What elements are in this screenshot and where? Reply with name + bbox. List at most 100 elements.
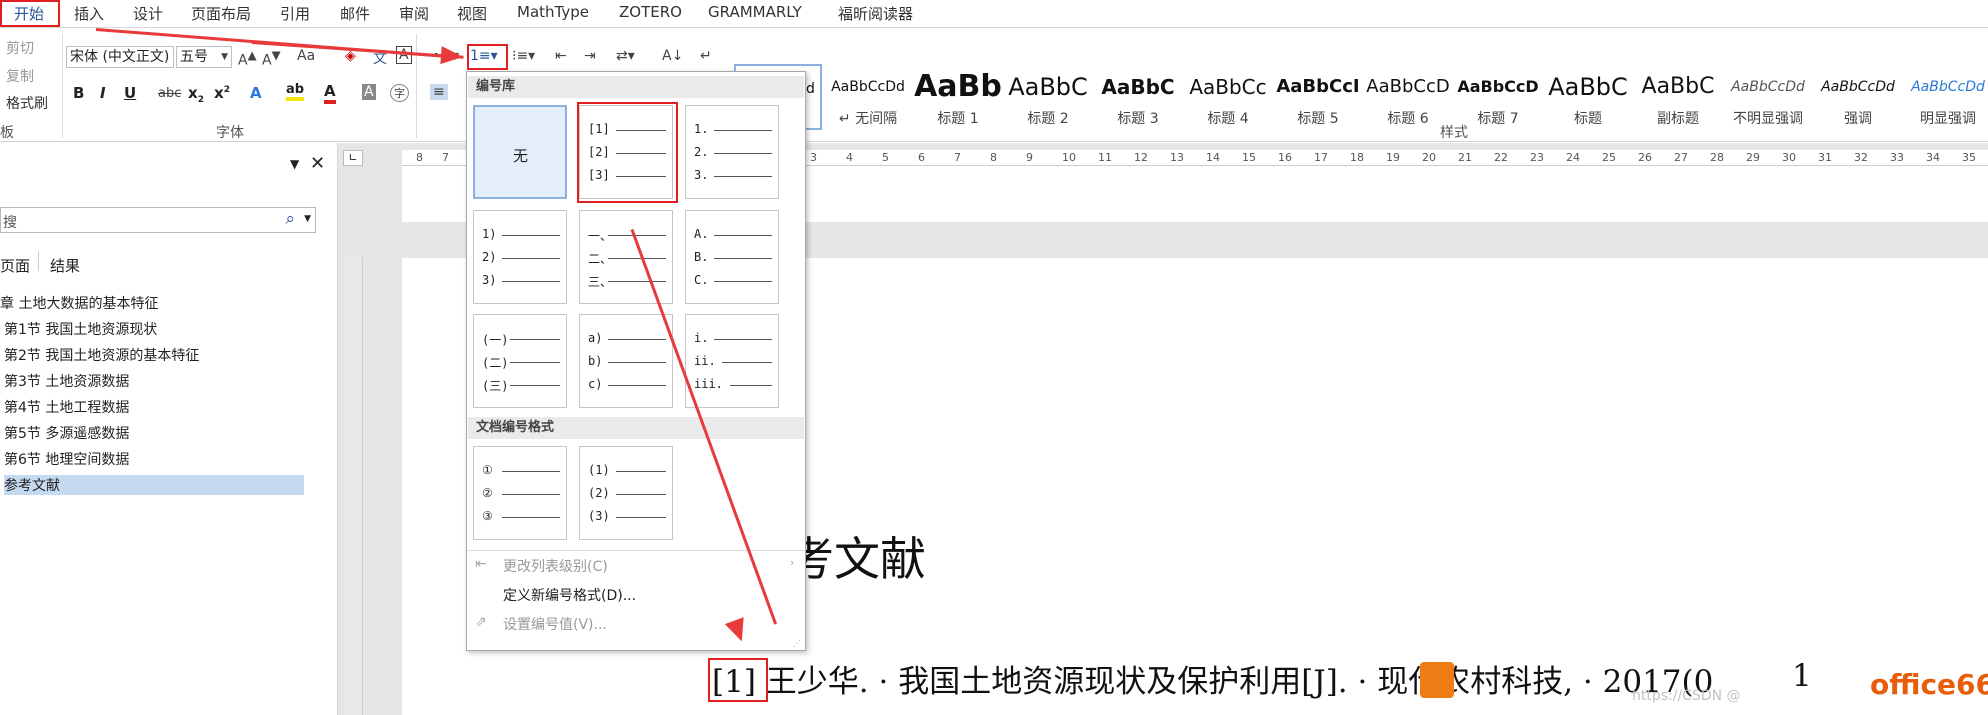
tab-insert[interactable]: 插入 (74, 3, 104, 24)
ruler-tick: 8 (990, 151, 997, 164)
nav-heading-item[interactable]: 第4节 土地工程数据 (4, 397, 129, 417)
numbering-none-option[interactable]: 无 (473, 105, 567, 199)
resize-grip-icon[interactable]: ⋰ (793, 639, 801, 648)
nav-options-icon[interactable]: ▼ (290, 157, 299, 171)
nav-heading-item[interactable]: 章 土地大数据的基本特征 (0, 293, 158, 313)
shrink-font-icon[interactable]: A▼ (262, 48, 281, 69)
increase-indent-icon[interactable]: ⇥ (584, 48, 596, 64)
ruler-tick: 14 (1206, 151, 1220, 164)
tab-mathtype[interactable]: MathType (517, 3, 589, 21)
ruler-tick: 9 (1026, 151, 1033, 164)
sort-icon[interactable]: A↓ (662, 48, 683, 64)
underline-button[interactable]: U (124, 84, 136, 102)
numbering-sample-line (714, 153, 772, 154)
tab-references[interactable]: 引用 (280, 3, 310, 24)
italic-button[interactable]: I (100, 84, 106, 102)
nav-heading-item[interactable]: 第3节 土地资源数据 (4, 371, 129, 391)
numbering-format-option[interactable]: (1) (2) (3) (579, 446, 673, 540)
style-7[interactable]: AaBbCcI 标题 5 (1274, 64, 1362, 130)
numbering-sample-label: (3) (588, 509, 610, 523)
bold-button[interactable]: B (73, 84, 84, 102)
numbering-format-option[interactable]: ① ② ③ (473, 446, 567, 540)
chevron-down-icon[interactable]: ▼ (304, 214, 311, 224)
strikethrough-button[interactable]: abc (158, 86, 181, 101)
reference-text: 王少华. · 我国土地资源现状及保护利用[J]. · 现代农村科技, · 201… (765, 664, 1714, 700)
style-5[interactable]: AaBbC 标题 3 (1094, 64, 1182, 130)
tab-mailings[interactable]: 邮件 (340, 3, 370, 24)
style-13[interactable]: AaBbCcDd 强调 (1814, 64, 1902, 130)
nav-heading-item[interactable]: 参考文献 (4, 475, 304, 495)
ruler-tick: 25 (1602, 151, 1616, 164)
numbering-format-option[interactable]: i. ii. iii. (685, 314, 779, 408)
numbering-format-option[interactable]: 1) 2) 3) (473, 210, 567, 304)
numbering-sample-line (608, 281, 666, 282)
ribbon-tab-bar: 开始 插入 设计 页面布局 引用 邮件 审阅 视图 MathType ZOTER… (0, 0, 1988, 28)
tab-page-layout[interactable]: 页面布局 (191, 3, 251, 24)
numbering-format-option[interactable]: A. B. C. (685, 210, 779, 304)
nav-heading-item[interactable]: 第1节 我国土地资源现状 (4, 319, 157, 339)
numbering-format-option[interactable]: 一、 二、 三、 (579, 210, 673, 304)
copy-button[interactable]: 复制 (6, 66, 34, 86)
nav-heading-item[interactable]: 第2节 我国土地资源的基本特征 (4, 345, 199, 365)
search-input[interactable]: 搜 ⌕ ▼ (0, 207, 316, 233)
ruler-tick: 34 (1926, 151, 1940, 164)
chinese-layout-icon[interactable]: ⇄▾ (616, 48, 635, 64)
numbering-format-option[interactable]: 1. 2. 3. (685, 105, 779, 199)
nav-heading-item[interactable]: 第6节 地理空间数据 (4, 449, 129, 469)
vertical-ruler[interactable] (345, 257, 363, 715)
numbering-sample-line (616, 494, 666, 495)
tab-design[interactable]: 设计 (133, 3, 163, 24)
style-14[interactable]: AaBbCcDd 明显强调 (1904, 64, 1988, 130)
ruler-tick: 31 (1818, 151, 1832, 164)
numbering-format-option[interactable]: a) b) c) (579, 314, 673, 408)
multilevel-list-icon[interactable]: ⁝≡▾ (512, 48, 535, 64)
tab-grammarly[interactable]: GRAMMARLY (708, 3, 802, 21)
tab-view[interactable]: 视图 (457, 3, 487, 24)
style-11[interactable]: AaBbC 副标题 (1634, 64, 1722, 130)
char-shading-icon[interactable]: A (362, 84, 376, 100)
style-8[interactable]: AaBbCcD 标题 6 (1364, 64, 1452, 130)
tab-zotero[interactable]: ZOTERO (619, 3, 682, 21)
numbering-sample-line (608, 258, 666, 259)
style-12[interactable]: AaBbCcDd 不明显强调 (1724, 64, 1812, 130)
tab-foxit[interactable]: 福昕阅读器 (838, 3, 913, 24)
decrease-indent-icon[interactable]: ⇤ (555, 48, 567, 64)
format-painter-button[interactable]: 格式刷 (6, 93, 48, 113)
nav-heading-item[interactable]: 第5节 多源遥感数据 (4, 423, 129, 443)
reference-entry[interactable]: [1] 王少华. · 我国土地资源现状及保护利用[J]. · 现代农村科技, ·… (712, 656, 1713, 701)
highlight-box-home-tab (0, 0, 60, 27)
enclose-char-icon[interactable]: 字 (390, 84, 409, 102)
tab-selector-icon[interactable]: ∟ (343, 150, 363, 166)
define-new-format-item[interactable]: 定义新编号格式(D)... (503, 585, 636, 605)
superscript-button[interactable]: x2 (214, 84, 230, 102)
ruler-tick: 30 (1782, 151, 1796, 164)
style-6[interactable]: AaBbCc 标题 4 (1184, 64, 1272, 130)
set-value-icon: ⇗ (475, 614, 487, 630)
style-10[interactable]: AaBbC 标题 (1544, 64, 1632, 130)
close-icon[interactable]: ✕ (310, 153, 325, 174)
style-4[interactable]: AaBbC 标题 2 (1004, 64, 1092, 130)
highlight-icon[interactable]: ab (286, 82, 305, 101)
align-left-icon[interactable]: ≡ (430, 84, 448, 100)
subscript-button[interactable]: x2 (188, 84, 204, 105)
numbering-sample-label: 3) (482, 273, 497, 287)
text-effects-icon[interactable]: A (250, 84, 262, 102)
grow-font-icon[interactable]: A▲ (238, 48, 257, 69)
font-name-combo[interactable]: 宋体 (中文正文) (66, 46, 174, 68)
tab-results[interactable]: 结果 (50, 255, 80, 276)
show-marks-icon[interactable]: ↵ (700, 48, 712, 64)
search-icon[interactable]: ⌕ (285, 209, 295, 229)
numbering-sample-line (608, 385, 666, 386)
cut-button[interactable]: 剪切 (6, 38, 34, 58)
style-sample: AaBbCcD (1457, 77, 1539, 96)
font-size-combo[interactable]: 五号 ▼ (176, 46, 232, 68)
tab-review[interactable]: 审阅 (399, 3, 429, 24)
change-case-button[interactable]: Aa (297, 48, 315, 64)
numbering-format-option[interactable]: (一) (二) (三) (473, 314, 567, 408)
style-name: ↵ 无间隔 (838, 111, 898, 127)
style-2[interactable]: AaBbCcDd ↵ 无间隔 (824, 64, 912, 130)
tab-pages[interactable]: 页面 (0, 255, 30, 276)
style-9[interactable]: AaBbCcD 标题 7 (1454, 64, 1542, 130)
style-3[interactable]: AaBb 标题 1 (914, 64, 1002, 130)
font-color-icon[interactable]: A (324, 82, 336, 104)
